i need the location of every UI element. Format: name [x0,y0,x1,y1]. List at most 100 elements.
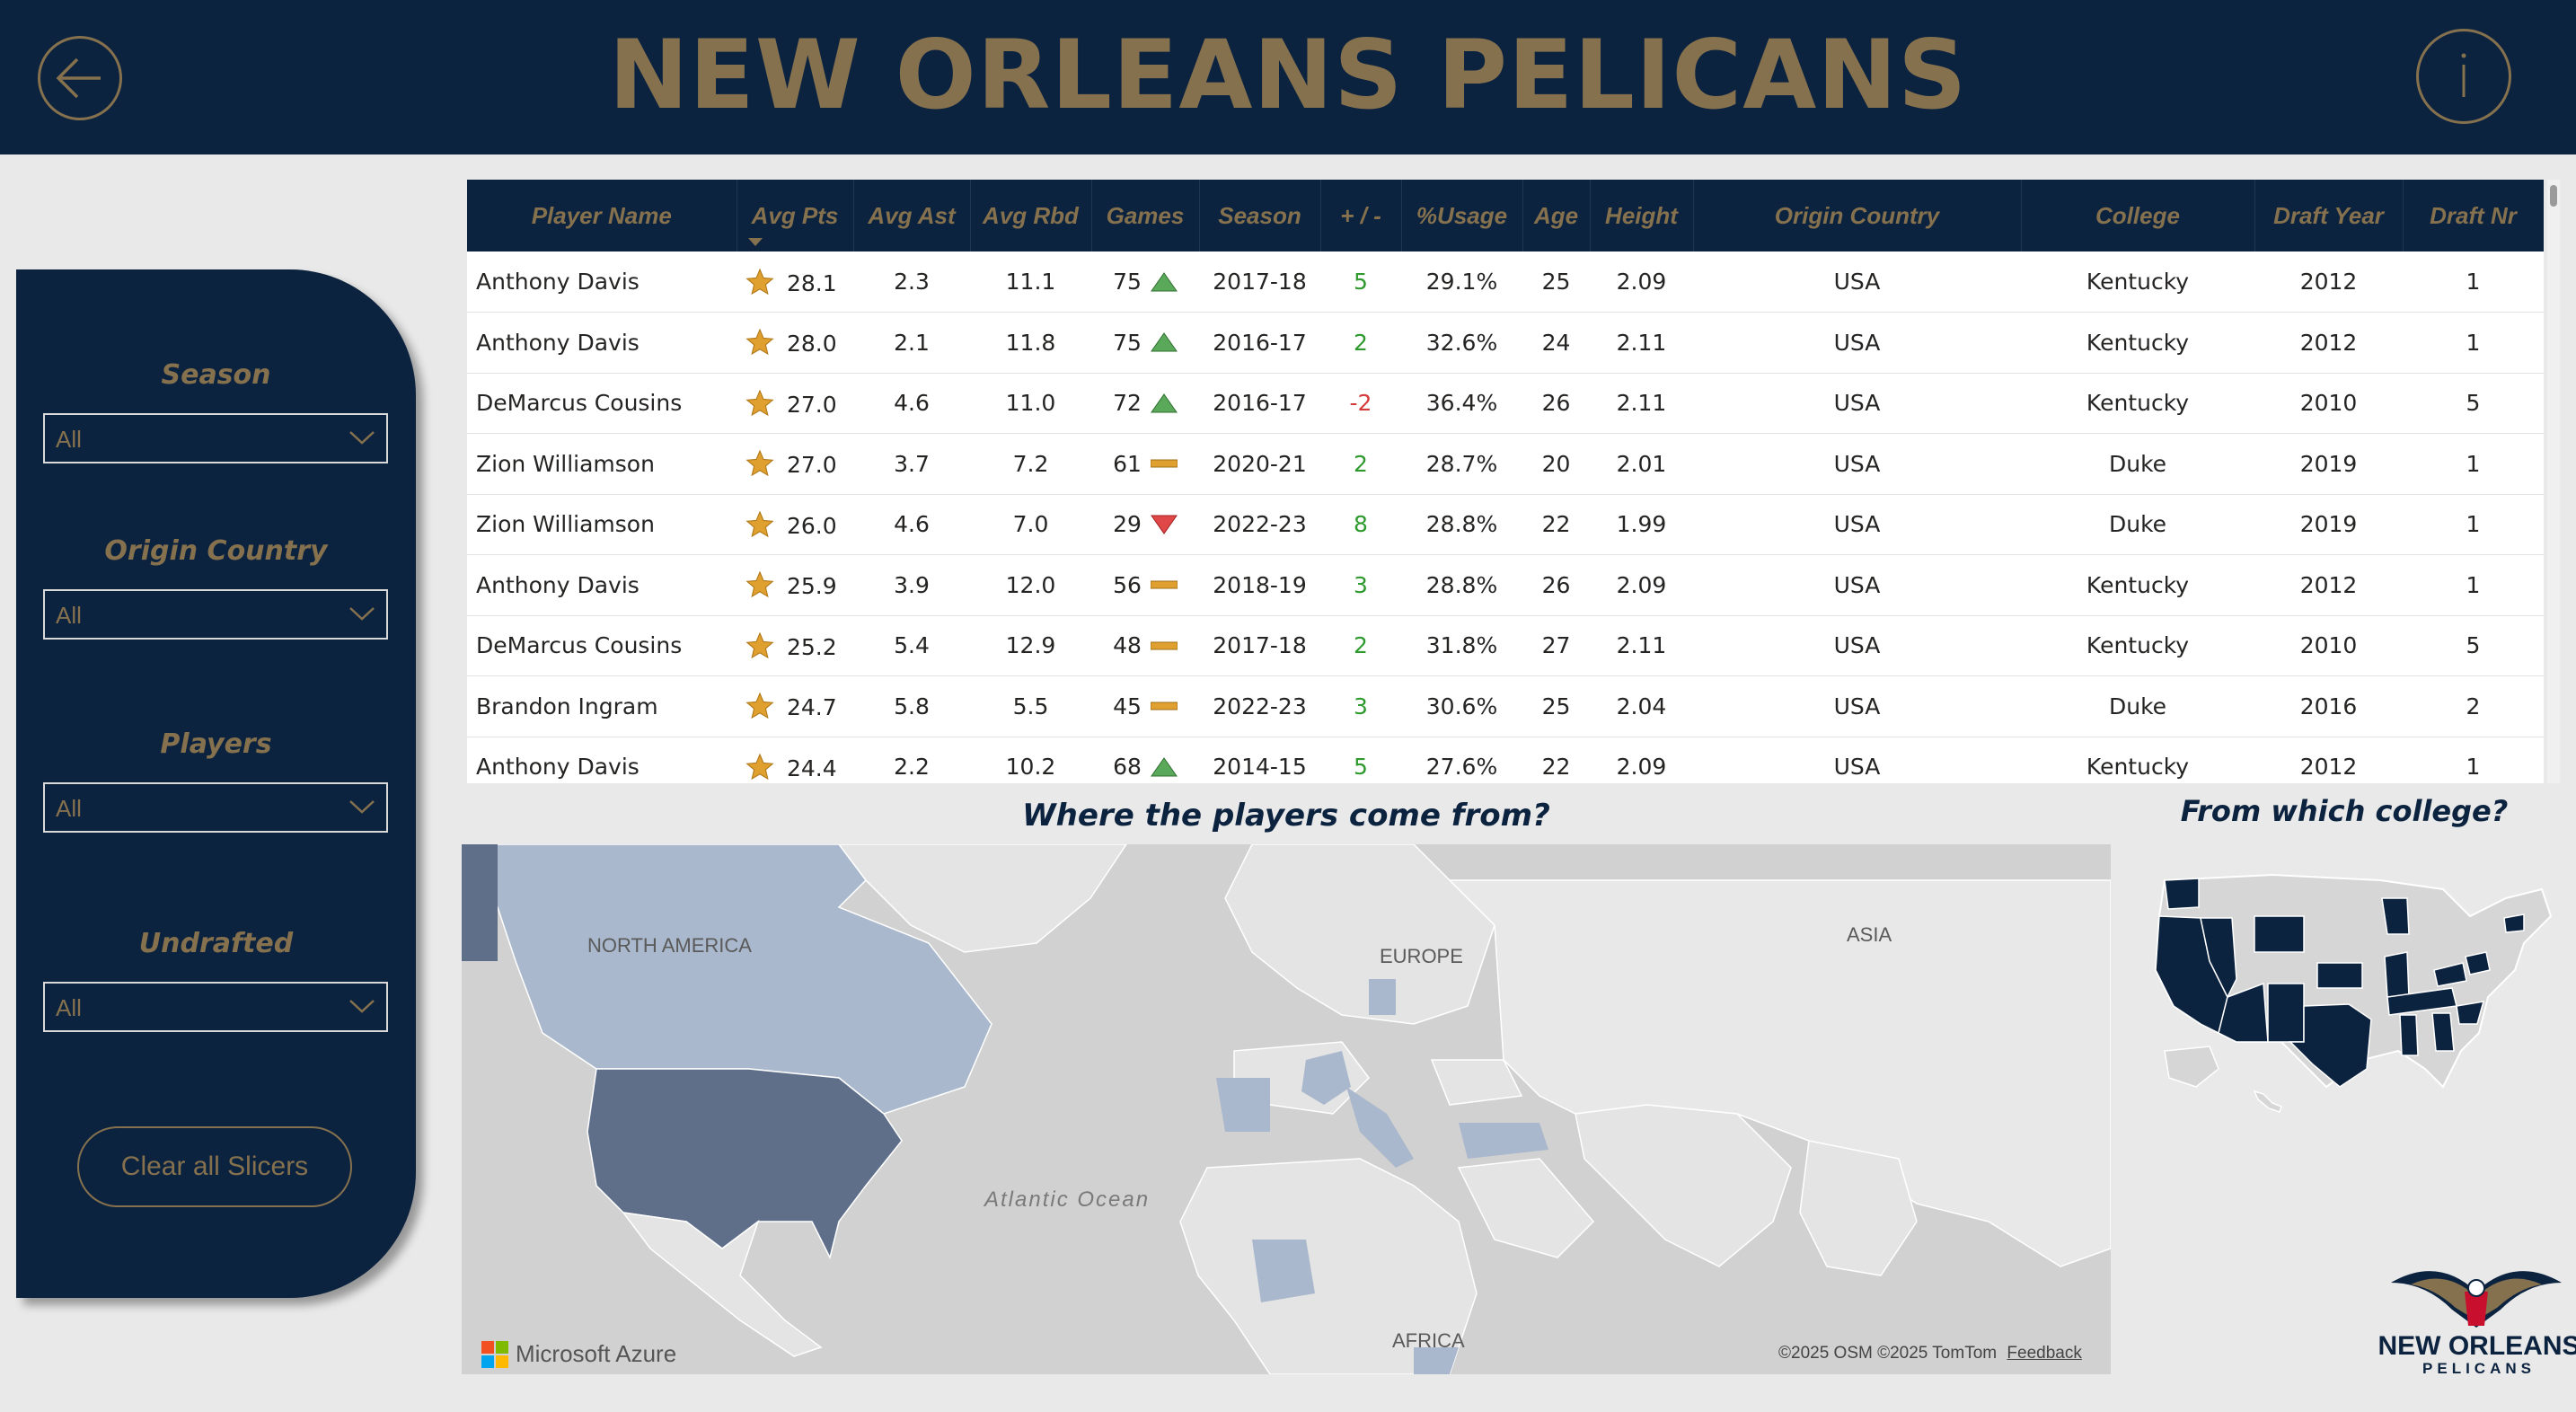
cell-plus-minus: 5 [1354,754,1368,781]
cell-college: Kentucky [2086,390,2190,417]
column-header-games[interactable]: Games [1091,180,1200,252]
cell-draft-year: 2010 [2299,390,2358,417]
star-icon [745,570,774,598]
cell-age: 26 [1541,390,1571,417]
cell-height: 2.11 [1616,390,1667,417]
cell-avg-ast: 2.1 [894,329,930,356]
column-header-draft-year[interactable]: Draft Year [2254,180,2404,252]
cell-avg-pts-value: 26.0 [787,512,837,539]
cell-usage: 28.7% [1425,450,1498,477]
cell-height: 2.09 [1616,269,1667,295]
table-row[interactable]: DeMarcus Cousins 27.0 4.6 11.0 72 2016-17 -2 36… [467,373,2544,434]
column-header-avg-ast[interactable]: Avg Ast [853,180,971,252]
cell-height: 1.99 [1616,511,1667,538]
cell-usage: 28.8% [1425,511,1498,538]
world-map[interactable]: NORTH AMERICA EUROPE ASIA AFRICA Atlanti… [462,844,2111,1374]
cell-age: 25 [1541,269,1571,295]
star-icon [745,449,774,477]
column-header-college[interactable]: College [2021,180,2255,252]
info-button[interactable] [2416,29,2511,124]
cell-games: 75 [1091,313,1199,374]
table-row[interactable]: Anthony Davis 24.4 2.2 10.2 68 2014-15 5 27.6% 2… [467,737,2544,783]
map-feedback-link[interactable]: Feedback [2007,1344,2081,1363]
map-label-asia: ASIA [1847,923,1892,946]
cell-draft-year: 2012 [2299,329,2358,356]
table-row[interactable]: Zion Williamson 27.0 3.7 7.2 61 2020-21 2 28.7%… [467,434,2544,495]
column-header-avg-rbd[interactable]: Avg Rbd [970,180,1092,252]
cell-games: 45 [1091,676,1199,737]
cell-avg-pts-value: 28.1 [787,269,837,296]
cell-origin-country: USA [1833,450,1881,477]
cell-usage: 31.8% [1425,632,1498,659]
cell-season: 2017-18 [1213,632,1307,659]
cell-games: 75 [1091,252,1199,313]
column-header-origin-country[interactable]: Origin Country [1693,180,2022,252]
cell-avg-pts-value: 24.7 [787,694,837,721]
map-title: Where the players come from? [1022,798,1550,834]
undrafted-dropdown[interactable]: All [43,982,388,1032]
star-icon [745,268,774,295]
table-row[interactable]: Anthony Davis 28.0 2.1 11.8 75 2016-17 2 32.6% 2… [467,313,2544,374]
column-header-player-name[interactable]: Player Name [467,180,737,252]
info-icon [2461,53,2466,97]
cell-draft-year: 2010 [2299,632,2358,659]
cell-player-name: DeMarcus Cousins [476,390,683,417]
cell-usage: 30.6% [1425,693,1498,719]
chevron-down-icon [349,1000,375,1013]
cell-plus-minus: 3 [1354,571,1368,598]
chevron-down-icon [349,607,375,621]
map-label-north-america: NORTH AMERICA [587,934,752,957]
cell-avg-pts: 26.0 [737,494,853,555]
table-row[interactable]: Zion Williamson 26.0 4.6 7.0 29 2022-23 8 28.8%… [467,494,2544,555]
microsoft-azure-logo: Microsoft Azure [481,1340,676,1368]
cell-draft-nr: 5 [2466,632,2481,659]
origin-country-dropdown[interactable]: All [43,589,388,640]
table-scrollbar[interactable] [2547,180,2560,783]
cell-player-name: DeMarcus Cousins [476,632,683,659]
cell-avg-pts: 24.4 [737,737,853,783]
player-stats-table: Player Name Avg Pts Avg Ast Avg Rbd Game… [467,180,2544,783]
microsoft-logo-icon [481,1340,508,1368]
cell-avg-ast: 3.7 [894,450,930,477]
column-header-age[interactable]: Age [1522,180,1591,252]
column-header-plus-minus[interactable]: + / - [1320,180,1402,252]
page-title: NEW ORLEANS PELICANS [608,20,1968,130]
players-dropdown-value: All [56,795,82,822]
cell-player-name: Anthony Davis [476,571,640,598]
cell-avg-pts: 28.1 [737,252,853,313]
cell-draft-year: 2016 [2299,693,2358,719]
slicer-title-undrafted: Undrafted [138,928,294,959]
us-college-map[interactable] [2147,862,2560,1123]
column-header-season[interactable]: Season [1199,180,1321,252]
star-icon [745,692,774,719]
table-row[interactable]: Anthony Davis 28.1 2.3 11.1 75 2017-18 5 29.1% 2… [467,252,2544,313]
table-row[interactable]: Anthony Davis 25.9 3.9 12.0 56 2018-19 3 28.8% 2… [467,555,2544,615]
cell-origin-country: USA [1833,329,1881,356]
cell-games-value: 68 [1113,754,1142,781]
cell-plus-minus: 3 [1354,693,1368,719]
map-attribution-text: ©2025 OSM ©2025 TomTom [1778,1344,1998,1363]
cell-origin-country: USA [1833,571,1881,598]
cell-plus-minus: 5 [1354,269,1368,295]
cell-age: 27 [1541,632,1571,659]
column-header-draft-nr[interactable]: Draft Nr [2403,180,2544,252]
season-dropdown[interactable]: All [43,413,388,463]
sort-descending-icon [747,238,763,246]
slicer-title-season: Season [161,359,271,391]
cell-usage: 28.8% [1425,571,1498,598]
column-header-height[interactable]: Height [1590,180,1694,252]
cell-origin-country: USA [1833,511,1881,538]
players-dropdown[interactable]: All [43,782,388,833]
table-row[interactable]: Brandon Ingram 24.7 5.8 5.5 45 2022-23 3 30.6% 2… [467,676,2544,737]
clear-all-slicers-button[interactable]: Clear all Slicers [77,1126,352,1207]
trend-flat-icon [1150,641,1178,650]
trend-up-icon [1150,756,1178,777]
cell-games: 72 [1091,373,1199,434]
table-scroll-thumb[interactable] [2550,185,2557,207]
cell-avg-pts: 27.0 [737,434,853,495]
column-header-usage[interactable]: %Usage [1401,180,1523,252]
table-row[interactable]: DeMarcus Cousins 25.2 5.4 12.9 48 2017-18 2 31.… [467,615,2544,676]
cell-plus-minus: 2 [1354,632,1368,659]
cell-college: Kentucky [2086,329,2190,356]
column-header-avg-pts[interactable]: Avg Pts [737,180,854,252]
